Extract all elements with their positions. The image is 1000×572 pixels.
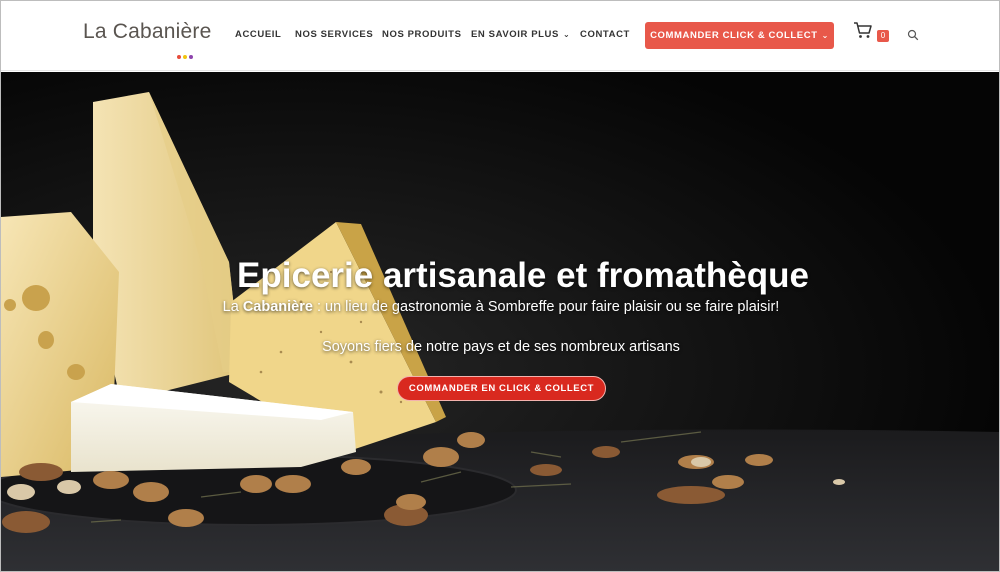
site-logo[interactable]: La Cabanière (83, 18, 211, 59)
hero-tagline: Soyons fiers de notre pays et de ses nom… (322, 339, 680, 355)
logo-text: La Cabanière (83, 20, 212, 44)
site-header: La Cabanière ACCUEIL NOS SERVICES NOS PR… (1, 1, 999, 71)
cart-button[interactable]: 0 (853, 21, 893, 45)
hero-subtitle-rest: : un lieu de gastronomie à Sombreffe pou… (312, 299, 780, 315)
nav-item-accueil[interactable]: ACCUEIL (235, 29, 281, 40)
hero-subtitle-prefix: La (222, 299, 243, 315)
nav-item-label: NOS PRODUITS (382, 29, 462, 40)
hero-commander-button[interactable]: COMMANDER EN CLICK & COLLECT (397, 376, 606, 401)
search-icon[interactable] (907, 29, 919, 41)
commander-button-label: COMMANDER CLICK & COLLECT (650, 30, 818, 41)
nav-item-en-savoir-plus[interactable]: EN SAVOIR PLUS ⌄ (471, 29, 570, 40)
logo-dot-yellow (183, 55, 187, 59)
nav-item-label: ACCUEIL (235, 29, 282, 40)
hero-subtitle: La Cabanière : un lieu de gastronomie à … (1, 299, 999, 315)
nav-item-label: CONTACT (580, 29, 630, 40)
hero-subtitle-brand: Cabanière (242, 299, 313, 315)
chevron-down-icon: ⌄ (821, 31, 829, 40)
logo-text-la: La (83, 20, 113, 43)
nav-item-label: EN SAVOIR PLUS (471, 29, 559, 40)
hero-title: Epicerie artisanale et fromathèque (237, 256, 809, 295)
logo-text-cabaniere: Cabanière (112, 20, 212, 43)
nav-item-contact[interactable]: CONTACT (580, 29, 630, 40)
logo-dot-red (177, 55, 181, 59)
nav-item-nos-produits[interactable]: NOS PRODUITS (382, 29, 462, 40)
nav-item-label: NOS SERVICES (295, 29, 374, 40)
logo-dots (177, 46, 201, 59)
logo-dot-purple (189, 55, 193, 59)
nav-item-nos-services[interactable]: NOS SERVICES (295, 29, 373, 40)
commander-click-collect-button[interactable]: COMMANDER CLICK & COLLECT ⌄ (645, 22, 834, 49)
chevron-down-icon: ⌄ (562, 30, 571, 39)
cart-count-badge: 0 (877, 30, 889, 42)
hero-cheese-image (1, 72, 999, 571)
page: La Cabanière ACCUEIL NOS SERVICES NOS PR… (0, 0, 1000, 572)
cart-icon (854, 22, 872, 38)
hero-banner: Epicerie artisanale et fromathèque La Ca… (1, 72, 999, 571)
